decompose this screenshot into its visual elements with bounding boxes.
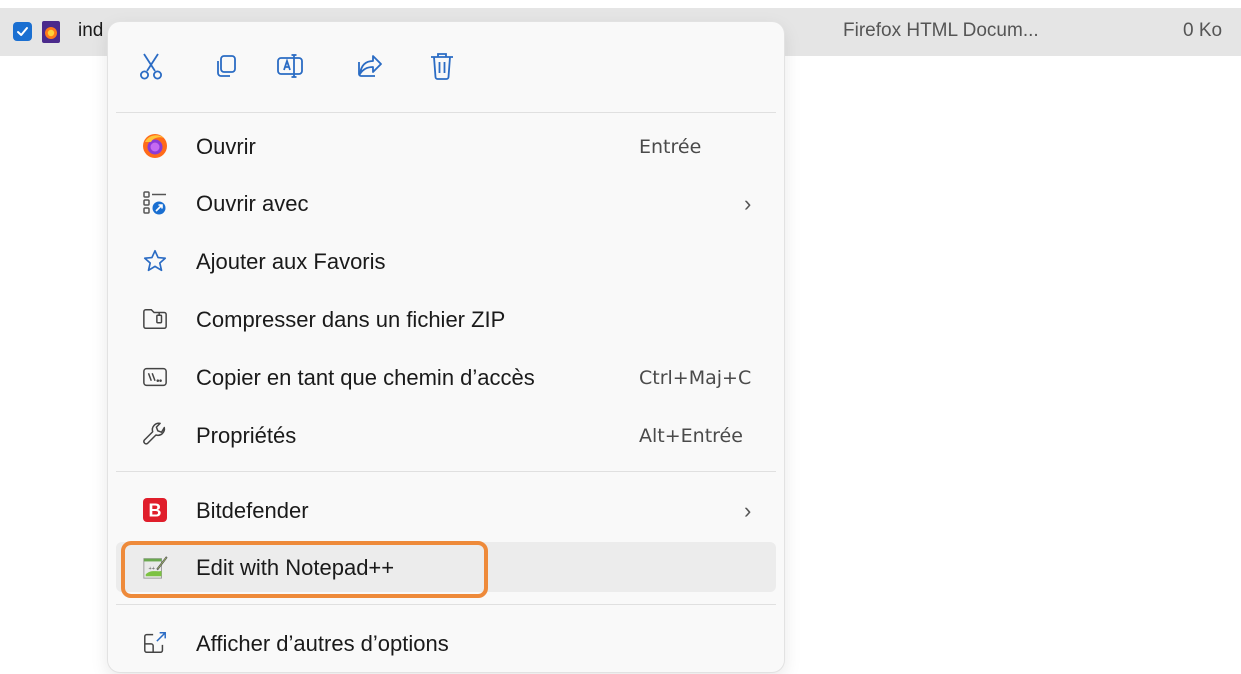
trash-icon bbox=[431, 53, 453, 80]
delete-button[interactable] bbox=[426, 50, 458, 82]
menu-item-shortcut: Ctrl+Maj+C bbox=[639, 367, 752, 389]
zip-folder-icon bbox=[143, 308, 167, 330]
chevron-right-icon: › bbox=[744, 498, 752, 523]
file-size: 0 Ko bbox=[1183, 20, 1223, 41]
menu-item-label: Bitdefender bbox=[196, 498, 309, 523]
bitdefender-icon: B bbox=[143, 498, 167, 522]
menu-item-more-options[interactable]: Afficher d’autres d’options bbox=[116, 618, 776, 668]
share-icon bbox=[358, 55, 382, 77]
share-button[interactable] bbox=[353, 50, 385, 82]
menu-item-open-with[interactable]: Ouvrir avec › bbox=[116, 178, 776, 228]
menu-item-shortcut: Entrée bbox=[639, 136, 702, 158]
context-menu-toolbar bbox=[108, 22, 784, 112]
svg-text:B: B bbox=[149, 501, 162, 521]
menu-item-label: Ouvrir avec bbox=[196, 191, 309, 216]
menu-separator bbox=[116, 471, 776, 472]
wrench-icon bbox=[143, 422, 166, 445]
cut-button[interactable] bbox=[135, 50, 167, 82]
firefox-html-file-icon bbox=[42, 21, 60, 43]
menu-item-label: Propriétés bbox=[196, 423, 297, 448]
menu-separator bbox=[116, 604, 776, 605]
star-icon bbox=[143, 249, 167, 272]
scissors-icon bbox=[140, 53, 162, 80]
firefox-icon bbox=[143, 134, 167, 158]
row-checkbox[interactable] bbox=[13, 22, 32, 41]
rename-icon bbox=[277, 54, 303, 78]
menu-item-compress-zip[interactable]: Compresser dans un fichier ZIP bbox=[116, 294, 776, 344]
menu-item-label: Compresser dans un fichier ZIP bbox=[196, 307, 506, 332]
highlight-annotation bbox=[121, 541, 488, 598]
menu-separator bbox=[116, 112, 776, 113]
check-icon bbox=[17, 27, 28, 36]
open-with-icon bbox=[143, 191, 166, 215]
menu-item-add-favorites[interactable]: Ajouter aux Favoris bbox=[116, 236, 776, 286]
menu-item-shortcut: Alt+Entrée bbox=[639, 425, 743, 447]
menu-item-bitdefender[interactable]: B Bitdefender › bbox=[116, 485, 776, 535]
rename-button[interactable] bbox=[274, 50, 306, 82]
path-icon bbox=[143, 367, 167, 387]
menu-item-open[interactable]: Ouvrir Entrée bbox=[116, 121, 776, 171]
menu-item-label: Afficher d’autres d’options bbox=[196, 631, 449, 656]
copy-icon bbox=[217, 55, 236, 77]
menu-item-copy-path[interactable]: Copier en tant que chemin d’accès Ctrl+M… bbox=[116, 352, 776, 402]
file-name: ind bbox=[78, 20, 104, 41]
menu-item-properties[interactable]: Propriétés Alt+Entrée bbox=[116, 410, 776, 460]
file-type: Firefox HTML Docum... bbox=[843, 20, 1039, 41]
menu-item-label: Copier en tant que chemin d’accès bbox=[196, 365, 535, 390]
menu-item-label: Ajouter aux Favoris bbox=[196, 249, 386, 274]
menu-item-label: Ouvrir bbox=[196, 134, 256, 159]
copy-button[interactable] bbox=[210, 50, 242, 82]
more-options-icon bbox=[144, 632, 166, 654]
chevron-right-icon: › bbox=[744, 191, 752, 216]
